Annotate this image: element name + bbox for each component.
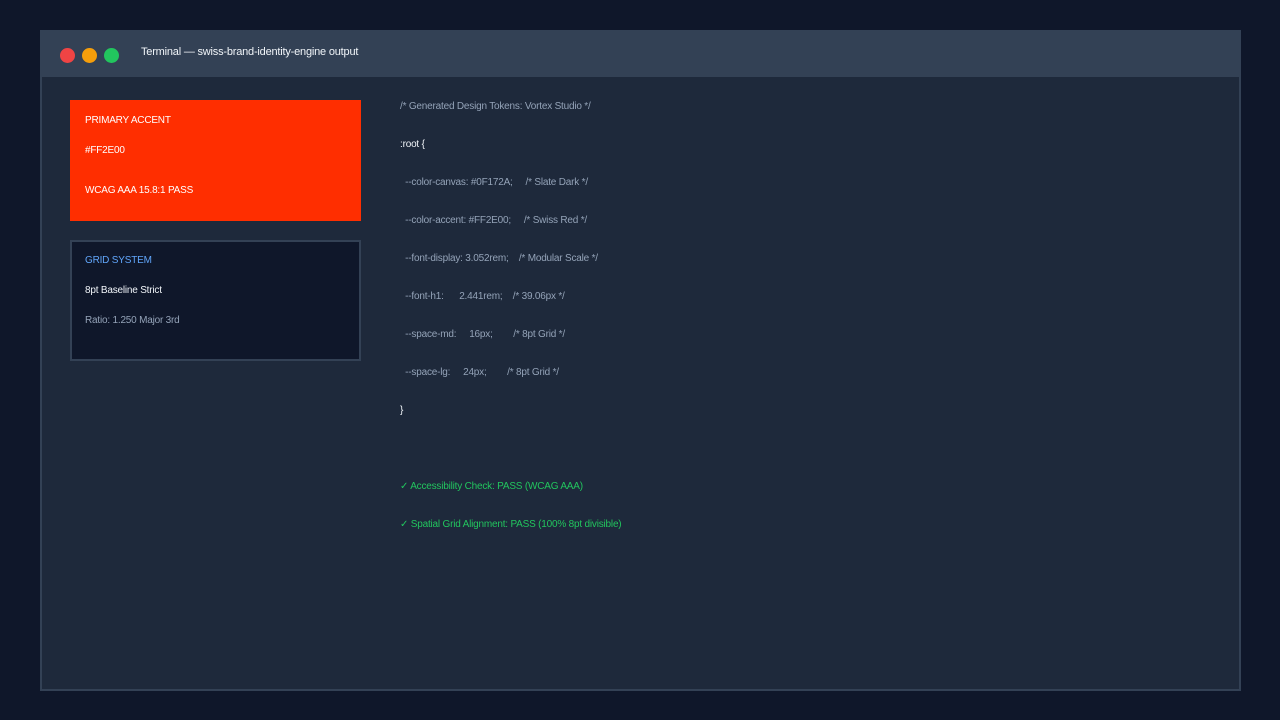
grid-system-value: 8pt Baseline Strict xyxy=(85,285,162,296)
token-line: --font-h1: 2.441rem; /* 39.06px */ xyxy=(400,291,565,302)
type-scale-ratio: Ratio: 1.250 Major 3rd xyxy=(85,315,180,326)
primary-accent-card: PRIMARY ACCENT #FF2E00 WCAG AAA 15.8:1 P… xyxy=(70,100,361,221)
grid-alignment-check-result: ✓ Spatial Grid Alignment: PASS (100% 8pt… xyxy=(400,519,622,530)
title-bar: Terminal — swiss-brand-identity-engine o… xyxy=(42,32,1239,77)
grid-system-card: GRID SYSTEM 8pt Baseline Strict Ratio: 1… xyxy=(70,240,361,361)
token-line: --space-lg: 24px; /* 8pt Grid */ xyxy=(400,367,559,378)
maximize-window-button[interactable] xyxy=(104,48,119,63)
root-selector-open: :root { xyxy=(400,139,425,150)
close-window-button[interactable] xyxy=(60,48,75,63)
token-line: --color-canvas: #0F172A; /* Slate Dark *… xyxy=(400,177,588,188)
token-line: --color-accent: #FF2E00; /* Swiss Red */ xyxy=(400,215,587,226)
grid-system-label: GRID SYSTEM xyxy=(85,255,152,266)
root-selector-close: } xyxy=(400,405,404,416)
accessibility-check-result: ✓ Accessibility Check: PASS (WCAG AAA) xyxy=(400,481,583,492)
primary-accent-label: PRIMARY ACCENT xyxy=(85,115,171,126)
token-line: --font-display: 3.052rem; /* Modular Sca… xyxy=(400,253,598,264)
code-comment: /* Generated Design Tokens: Vortex Studi… xyxy=(400,101,591,112)
minimize-window-button[interactable] xyxy=(82,48,97,63)
terminal-window: Terminal — swiss-brand-identity-engine o… xyxy=(40,30,1241,691)
wcag-contrast-result: WCAG AAA 15.8:1 PASS xyxy=(85,185,194,196)
terminal-output: /* Generated Design Tokens: Vortex Studi… xyxy=(400,100,622,530)
primary-accent-hex: #FF2E00 xyxy=(85,145,125,156)
window-title: Terminal — swiss-brand-identity-engine o… xyxy=(141,46,359,58)
token-line: --space-md: 16px; /* 8pt Grid */ xyxy=(400,329,565,340)
